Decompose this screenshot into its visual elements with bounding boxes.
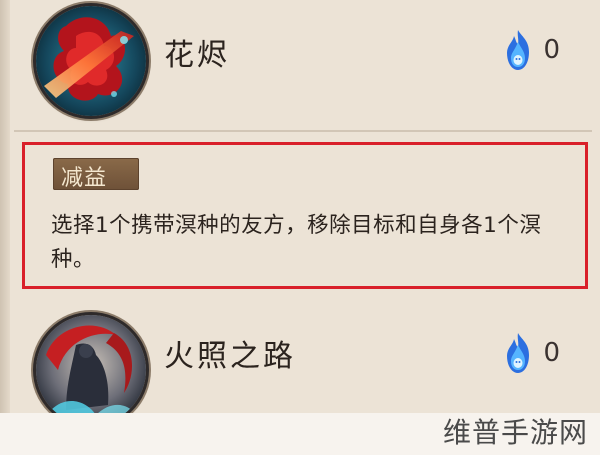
watermark: 维普手游网: [442, 416, 588, 449]
skill-name: 火照之路: [164, 339, 296, 374]
debuff-tag-label: 减益: [61, 166, 108, 191]
skill-cost: 0: [503, 28, 560, 72]
divider: [14, 130, 592, 132]
cost-value: 0: [543, 338, 560, 368]
blue-soulfire-icon: [507, 333, 530, 373]
skill-row-huajin[interactable]: 花烬 0: [14, 0, 600, 116]
debuff-tag: 减益: [53, 158, 139, 191]
skill-cost: 0: [503, 331, 560, 375]
cloaked-figure-crimson-moon-icon[interactable]: [36, 315, 146, 425]
skill-name: 花烬: [164, 38, 230, 73]
crimson-flower-slash-icon[interactable]: [36, 6, 146, 116]
skill-row-huozhaozhilu[interactable]: 火照之路 0: [14, 303, 600, 425]
skill-description-highlight: 减益 选择1个携带溟种的友方，移除目标和自身各1个溟种。: [22, 142, 588, 289]
cost-value: 0: [543, 35, 560, 65]
blue-soulfire-icon: [507, 30, 530, 70]
skill-description-text: 选择1个携带溟种的友方，移除目标和自身各1个溟种。: [51, 213, 542, 272]
panel-left-edge: [0, 0, 10, 455]
